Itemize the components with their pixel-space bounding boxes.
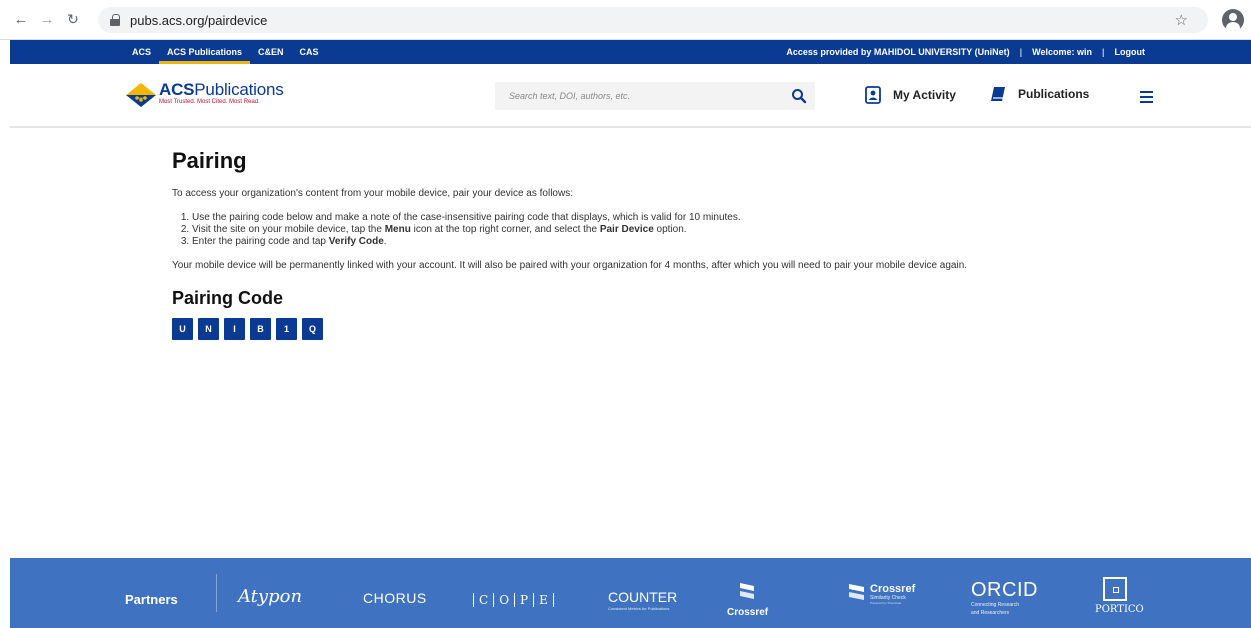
step-2: Visit the site on your mobile device, ta… [192, 224, 1242, 236]
partner-atypon-logo[interactable]: Atypon [238, 586, 302, 607]
logout-link[interactable]: Logout [1115, 47, 1146, 57]
book-icon [991, 87, 1005, 101]
reload-icon[interactable]: ↻ [62, 9, 84, 31]
code-char: B [250, 318, 271, 340]
hamburger-menu-icon[interactable] [1140, 91, 1153, 103]
address-bar[interactable]: pubs.acs.org/pairdevice ☆ [98, 7, 1208, 33]
divider: | [1101, 47, 1105, 57]
step-3: Enter the pairing code and tap Verify Co… [192, 236, 1242, 248]
logo-tagline: Most Trusted. Most Cited. Most Read. [159, 99, 260, 105]
main-content: Pairing To access your organization's co… [172, 148, 1242, 340]
divider: | [1019, 47, 1023, 57]
divider [216, 574, 217, 612]
pairing-code-title: Pairing Code [172, 288, 284, 308]
acs-logo-mark-icon [126, 83, 156, 107]
badge-icon [865, 86, 881, 104]
my-activity-label: My Activity [893, 88, 956, 102]
partner-orcid-logo[interactable]: ORCID Connecting Research and Researcher… [971, 580, 1038, 616]
code-char: U [172, 318, 193, 340]
search-input[interactable] [495, 91, 775, 101]
partner-cope-logo[interactable]: COPE [473, 580, 554, 620]
logo-text: ACSPublications Most Trusted. Most Cited… [159, 81, 284, 105]
partner-crossref-similarity-logo[interactable]: Crossref Similarity Check Powered by iTh… [848, 583, 915, 605]
account-info: Access provided by MAHIDOL UNIVERSITY (U… [786, 40, 1145, 64]
code-char: 1 [276, 318, 297, 340]
publications-button[interactable]: Publications [990, 86, 1089, 102]
portico-mark-icon [1103, 577, 1127, 601]
publications-label: Publications [1018, 87, 1090, 101]
welcome-text[interactable]: Welcome: win [1032, 47, 1092, 57]
util-link-cen[interactable]: C&EN [250, 40, 292, 64]
access-provider-text: Access provided by MAHIDOL UNIVERSITY (U… [786, 47, 1010, 57]
partner-chorus-logo[interactable]: CHORUS [363, 590, 427, 606]
pairing-note: Your mobile device will be permanently l… [172, 260, 968, 271]
search-box [495, 82, 815, 110]
page-title: Pairing [172, 148, 247, 173]
code-char: N [198, 318, 219, 340]
util-link-acs[interactable]: ACS [124, 40, 159, 64]
util-link-cas[interactable]: CAS [292, 40, 327, 64]
site-header: ACSPublications Most Trusted. Most Cited… [10, 64, 1251, 128]
pairing-code: U N I B 1 Q [172, 318, 1242, 340]
partner-counter-logo[interactable]: COUNTER Consistent Metrics for Publicati… [608, 589, 677, 611]
acs-publications-logo[interactable]: ACSPublications Most Trusted. Most Cited… [125, 81, 284, 109]
profile-avatar-icon[interactable] [1222, 9, 1244, 31]
code-char: I [224, 318, 245, 340]
bookmark-star-icon[interactable]: ☆ [1175, 11, 1188, 29]
partners-footer: Partners Atypon CHORUS COPE COUNTER Cons… [10, 558, 1251, 628]
intro-text: To access your organization's content fr… [172, 188, 573, 199]
pairing-steps: Use the pairing code below and make a no… [174, 212, 1242, 248]
step-1: Use the pairing code below and make a no… [192, 212, 1242, 224]
arrow-right-icon[interactable]: → [36, 9, 58, 31]
partner-crossref-logo[interactable]: Crossref [727, 582, 768, 618]
search-icon[interactable] [791, 88, 807, 104]
utility-bar: ACS ACS Publications C&EN CAS Access pro… [10, 40, 1251, 64]
arrow-left-icon[interactable]: ← [10, 9, 32, 31]
url-text[interactable]: pubs.acs.org/pairdevice [130, 13, 267, 28]
partner-portico-logo[interactable]: PORTICO [1095, 577, 1144, 615]
code-char: Q [302, 318, 323, 340]
browser-toolbar: ← → ↻ pubs.acs.org/pairdevice ☆ [0, 0, 1251, 40]
logo-name: ACSPublications [159, 80, 284, 99]
my-activity-button[interactable]: My Activity [865, 86, 956, 104]
crossref-mark-icon [740, 583, 754, 599]
lock-icon [110, 14, 120, 26]
util-link-acs-publications[interactable]: ACS Publications [159, 40, 251, 64]
partners-label: Partners [125, 592, 178, 607]
utility-links: ACS ACS Publications C&EN CAS [124, 40, 327, 64]
crossref-mark-icon [849, 584, 864, 600]
